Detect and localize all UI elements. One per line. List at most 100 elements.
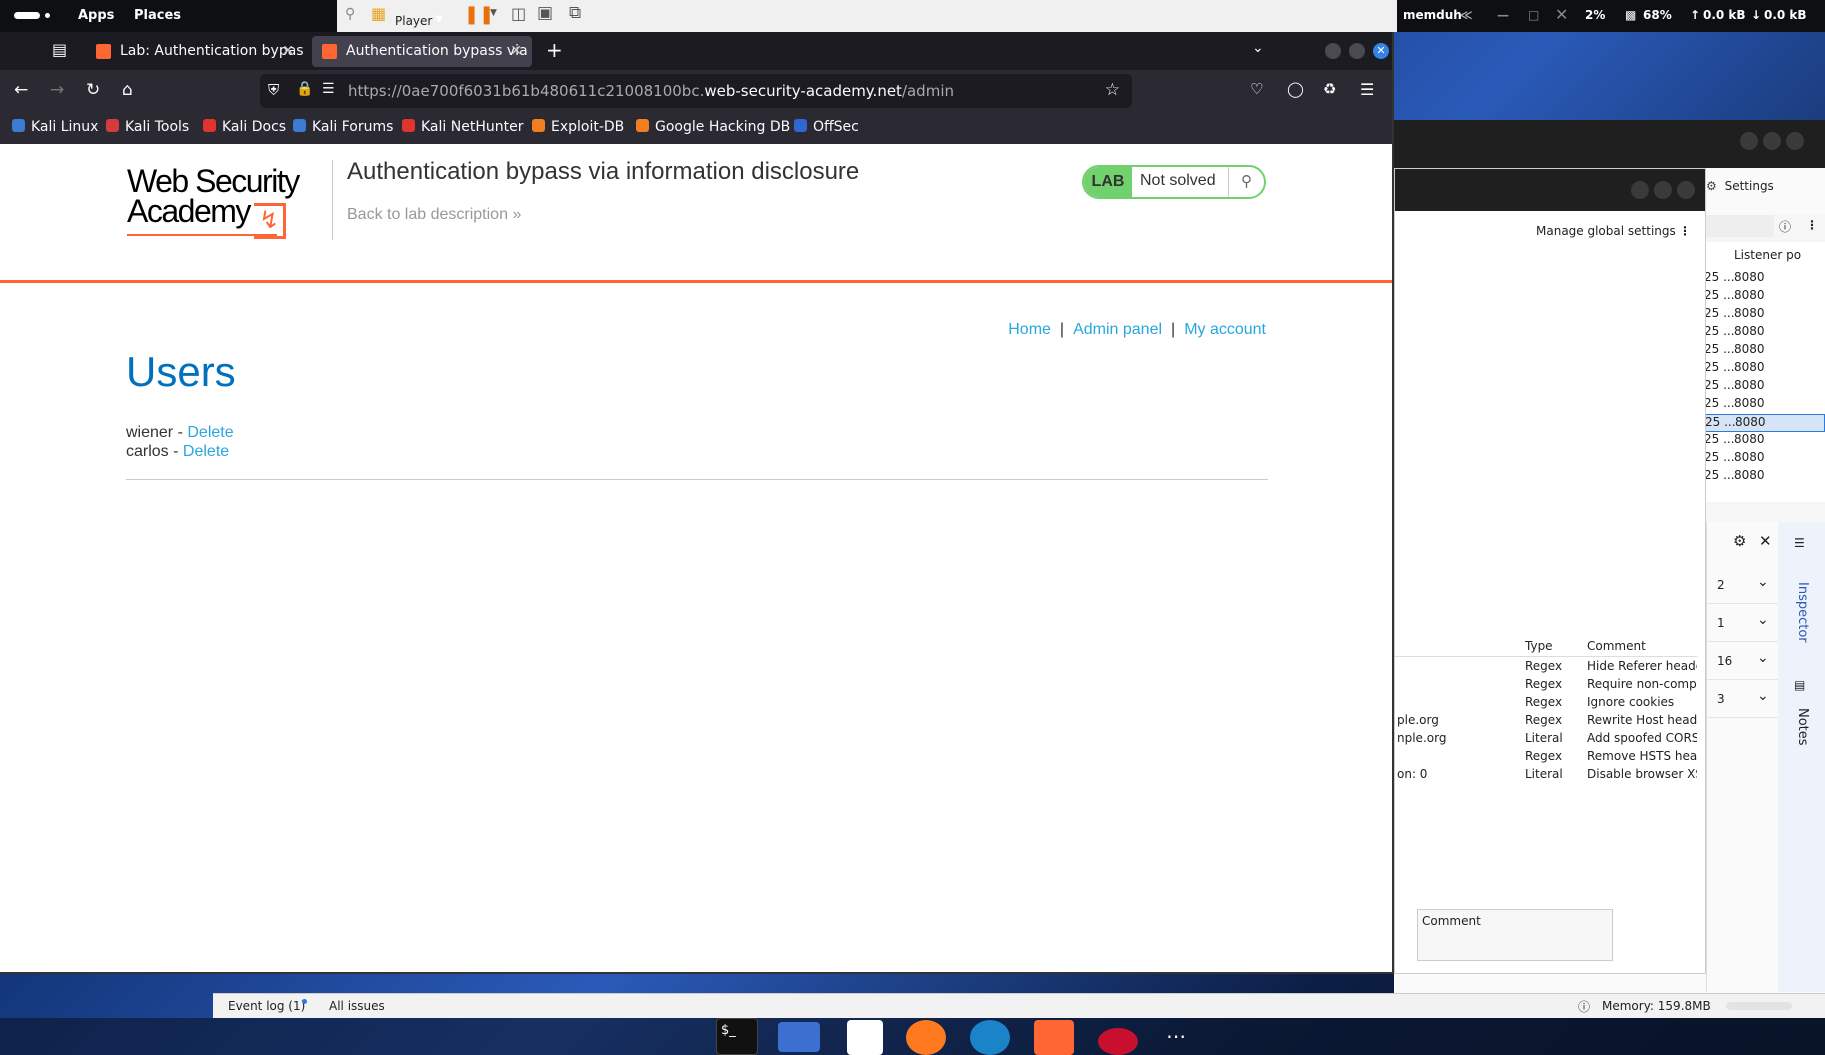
rule-row[interactable]: Regex Hide Referer heade <box>1395 659 1697 677</box>
listener-row[interactable]: 25 ... 8080 <box>1704 414 1825 432</box>
account-icon[interactable]: ◯ <box>1287 80 1304 98</box>
minimize-icon[interactable]: — <box>1497 8 1509 22</box>
web-security-academy-logo[interactable]: Web Security Academy ↯ <box>127 165 300 239</box>
burp-suite-icon[interactable] <box>1034 1020 1074 1055</box>
chevron-down-icon[interactable]: ⌄ <box>1757 650 1769 666</box>
menu-icon[interactable]: ☰ <box>1360 80 1374 99</box>
window-control-dot[interactable] <box>1631 181 1649 199</box>
shield-icon[interactable]: ⛨ <box>268 81 279 99</box>
listener-row[interactable]: 25 ... 8080 <box>1704 288 1825 306</box>
files-icon[interactable] <box>778 1022 820 1052</box>
flask-icon[interactable]: ⚲ <box>1228 167 1264 197</box>
close-tab-icon[interactable]: ✕ <box>282 36 294 67</box>
cherrytree-icon[interactable] <box>1098 1028 1138 1055</box>
bookmark-item[interactable]: Exploit-DB <box>532 119 624 135</box>
inspector-section[interactable]: 1 ⌄ <box>1707 612 1779 642</box>
window-maximize-dot[interactable] <box>1349 43 1365 59</box>
window-control-dot[interactable] <box>1740 132 1758 150</box>
text-editor-icon[interactable] <box>847 1020 883 1055</box>
window-control-dot[interactable] <box>1654 181 1672 199</box>
bookmark-item[interactable]: Kali NetHunter <box>402 119 523 135</box>
settings-button[interactable]: Settings <box>1725 179 1774 193</box>
bookmark-item[interactable]: Kali Linux <box>12 119 98 135</box>
menu-places[interactable]: Places <box>134 8 181 23</box>
fullscreen-icon[interactable]: ▣ <box>537 3 553 23</box>
rule-row[interactable]: Regex Ignore cookies <box>1395 695 1697 713</box>
window-control-dot[interactable] <box>1677 181 1695 199</box>
listener-row[interactable]: 25 ... 8080 <box>1704 360 1825 378</box>
forward-icon[interactable]: → <box>50 80 64 100</box>
listener-row[interactable]: 25 ... 8080 <box>1704 396 1825 414</box>
user-name[interactable]: memduh <box>1403 8 1462 22</box>
my-account-link[interactable]: My account <box>1184 321 1266 338</box>
maximize-icon[interactable]: □ <box>1528 8 1539 22</box>
help-icon[interactable]: ⓘ <box>1779 218 1791 235</box>
more-options-icon[interactable]: ⋮ <box>1679 224 1691 238</box>
chevron-down-icon[interactable]: ⌄ <box>1757 574 1769 590</box>
close-tab-icon[interactable]: ✕ <box>510 36 522 67</box>
dropdown-icon[interactable]: ▼ <box>435 14 443 25</box>
comment-field[interactable]: Comment <box>1417 909 1613 961</box>
bookmark-item[interactable]: Kali Docs <box>203 119 286 135</box>
home-icon[interactable]: ⌂ <box>122 80 133 100</box>
admin-panel-link[interactable]: Admin panel <box>1073 321 1162 338</box>
filter-box[interactable] <box>1704 215 1774 237</box>
listener-row[interactable]: 25 ... 8080 <box>1704 306 1825 324</box>
bookmark-star-icon[interactable]: ☆ <box>1105 80 1120 100</box>
menu-apps[interactable]: Apps <box>78 8 114 23</box>
app-grid-icon[interactable]: ⋯ <box>1166 1024 1200 1055</box>
listener-row[interactable]: 25 ... 8080 <box>1704 468 1825 486</box>
collapse-icon[interactable]: ≪ <box>1460 8 1473 22</box>
settings-gear-icon[interactable]: ⚙ <box>1733 532 1746 550</box>
address-bar[interactable]: ⛨ 🔒 ☰ https://0ae700f6031b61b480611c2100… <box>260 74 1132 108</box>
new-tab-icon[interactable]: + <box>546 38 563 62</box>
listener-row[interactable]: 25 ... 8080 <box>1704 432 1825 450</box>
reload-icon[interactable]: ↻ <box>86 80 100 100</box>
window-control-dot[interactable] <box>1786 132 1804 150</box>
bookmark-item[interactable]: Kali Forums <box>293 119 393 135</box>
delete-carlos-link[interactable]: Delete <box>183 443 229 460</box>
bookmark-item[interactable]: Google Hacking DB <box>636 119 790 135</box>
terminal-icon[interactable]: $_ <box>716 1018 758 1055</box>
tab-lab-description[interactable]: Lab: Authentication bypas ✕ <box>86 36 304 67</box>
wireshark-icon[interactable] <box>970 1020 1010 1055</box>
event-log-button[interactable]: Event log (1) <box>228 999 305 1013</box>
listener-row[interactable]: 25 ... 8080 <box>1704 324 1825 342</box>
back-to-description-link[interactable]: Back to lab description » <box>347 206 521 224</box>
listener-row[interactable]: 25 ... 8080 <box>1704 342 1825 360</box>
gear-icon[interactable]: ⚙ <box>1706 179 1717 193</box>
inspector-section[interactable]: 16 ⌄ <box>1707 650 1779 680</box>
window-control-dot[interactable] <box>1763 132 1781 150</box>
url-text[interactable]: https://0ae700f6031b61b480611c21008100bc… <box>348 82 954 100</box>
close-icon[interactable]: ✕ <box>1555 5 1568 24</box>
permissions-icon[interactable]: ☰ <box>322 81 335 97</box>
chevron-down-icon[interactable]: ⌄ <box>1757 688 1769 704</box>
listener-row[interactable]: 25 ... 8080 <box>1704 450 1825 468</box>
pin-icon[interactable]: ⚲ <box>345 6 355 22</box>
firefox-icon[interactable] <box>906 1020 946 1055</box>
inspector-section[interactable]: 3 ⌄ <box>1707 688 1779 718</box>
delete-wiener-link[interactable]: Delete <box>187 424 233 441</box>
rule-row[interactable]: on: 0 Literal Disable browser XS <box>1395 767 1697 785</box>
rule-row[interactable]: ple.org Regex Rewrite Host head <box>1395 713 1697 731</box>
back-icon[interactable]: ← <box>14 80 28 100</box>
bookmark-item[interactable]: OffSec <box>794 119 859 135</box>
rule-row[interactable]: nple.org Literal Add spoofed CORS <box>1395 731 1697 749</box>
inspector-tab-icon[interactable]: ☰ <box>1794 536 1805 550</box>
close-inspector-icon[interactable]: ✕ <box>1759 532 1772 550</box>
inspector-section[interactable]: 2 ⌄ <box>1707 574 1779 604</box>
tab-overview-icon[interactable]: ▤ <box>52 40 67 59</box>
all-issues-button[interactable]: All issues <box>329 999 385 1013</box>
inspector-tab-label[interactable]: Inspector <box>1795 582 1810 643</box>
listener-row[interactable]: 25 ... 8080 <box>1704 270 1825 288</box>
notes-tab-icon[interactable]: ▤ <box>1794 678 1805 692</box>
window-minimize-dot[interactable] <box>1325 43 1341 59</box>
chevron-down-icon[interactable]: ⌄ <box>1757 612 1769 628</box>
send-keys-icon[interactable]: ◫ <box>511 4 526 23</box>
player-icon[interactable]: ▦ <box>371 4 386 23</box>
manage-global-settings[interactable]: Manage global settings <box>1536 224 1676 238</box>
rule-row[interactable]: Regex Require non-compr <box>1395 677 1697 695</box>
lock-icon[interactable]: 🔒 <box>296 81 313 97</box>
bookmark-item[interactable]: Kali Tools <box>106 119 189 135</box>
extensions-icon[interactable]: ♻ <box>1323 80 1336 98</box>
